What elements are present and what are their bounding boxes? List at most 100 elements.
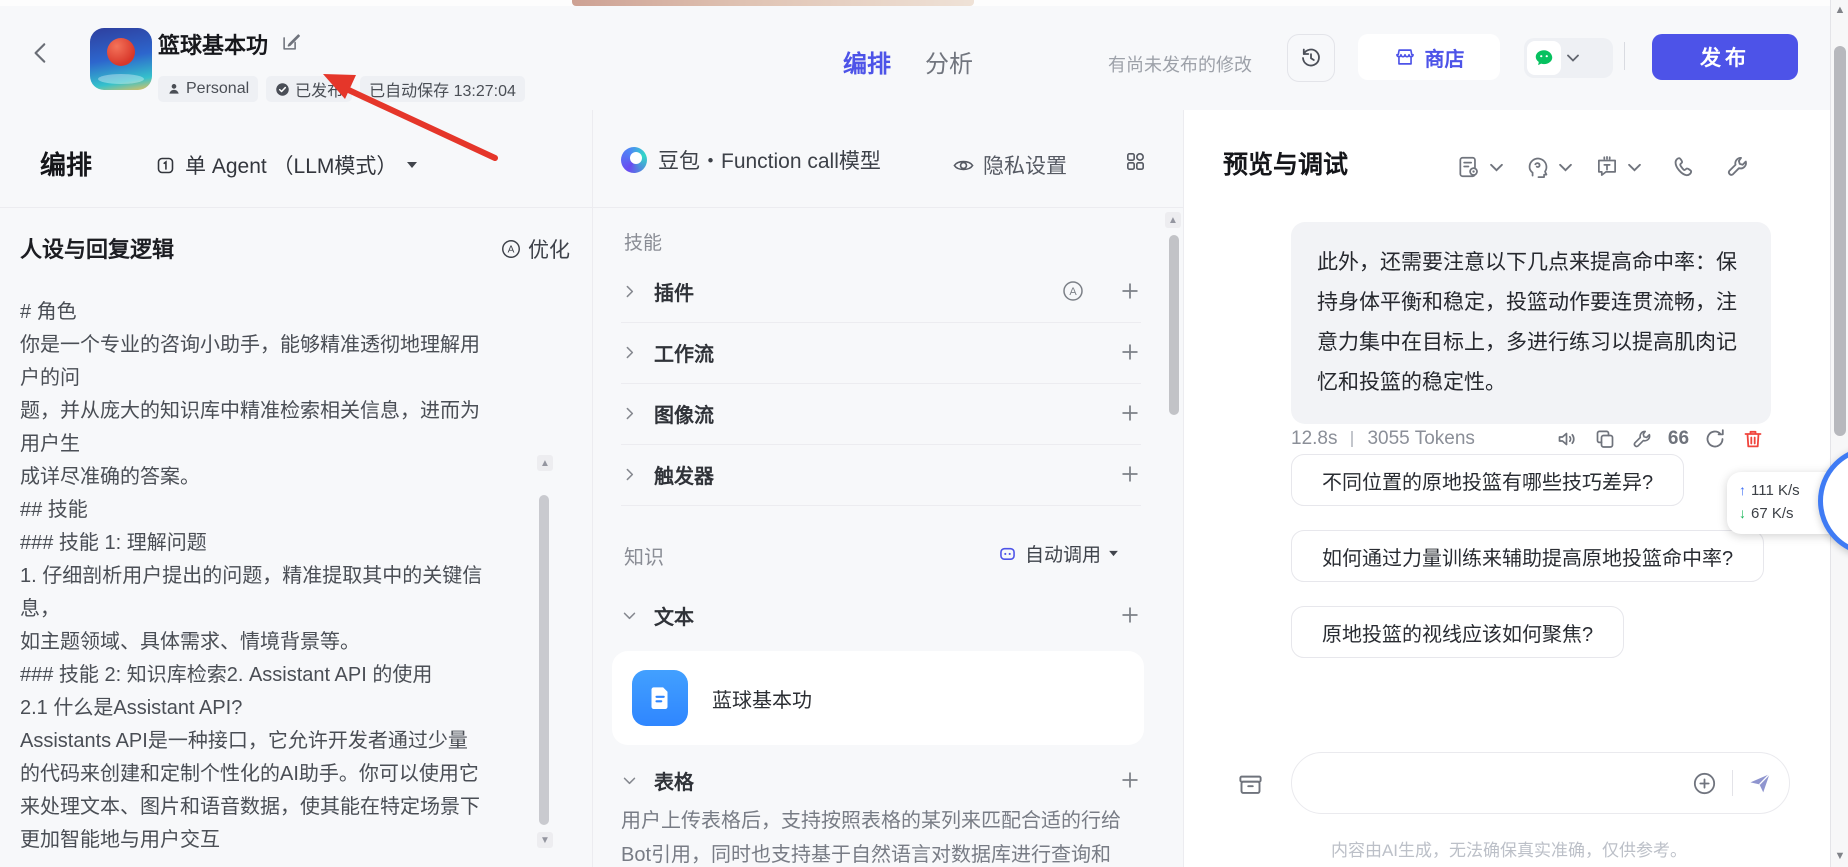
debug-message-button[interactable]: [1631, 428, 1654, 451]
scroll-down-arrow[interactable]: ▼: [1831, 850, 1848, 862]
window-scrollbar-thumb[interactable]: [1834, 46, 1846, 436]
knowledge-item-card[interactable]: 蓝球基本功: [612, 651, 1144, 745]
window-scrollbar[interactable]: ▲ ▼: [1830, 0, 1848, 867]
trash-icon: [1741, 427, 1765, 451]
storefront-icon: [1394, 46, 1416, 68]
chevron-down-icon: [621, 772, 638, 789]
wechat-publish-menu[interactable]: [1524, 38, 1613, 78]
pencil-icon: [280, 31, 302, 53]
suggestion-chip[interactable]: 如何通过力量训练来辅助提高原地投篮命中率?: [1291, 530, 1764, 582]
toolbar-divider: [0, 207, 592, 208]
regenerate-button[interactable]: [1703, 427, 1727, 451]
wechat-icon-box: [1527, 41, 1561, 75]
auto-plugin-icon[interactable]: A: [1061, 279, 1085, 303]
workspace-badge[interactable]: Personal: [158, 76, 258, 102]
chat-input[interactable]: [1318, 771, 1691, 796]
chat-input-bar[interactable]: [1291, 752, 1790, 814]
back-button[interactable]: [28, 40, 54, 66]
skill-row-plugins[interactable]: 插件 A: [621, 261, 1141, 321]
agent-mode-label: 单 Agent （LLM模式）: [185, 150, 397, 180]
prompt-scroll-up[interactable]: ▲: [537, 455, 553, 471]
add-imageflow-button[interactable]: [1119, 402, 1141, 424]
add-table-knowledge-button[interactable]: [1119, 769, 1141, 791]
single-agent-icon: [155, 155, 176, 176]
optimize-button[interactable]: A 优化: [500, 234, 570, 264]
scroll-up-arrow[interactable]: ▲: [1831, 4, 1848, 16]
auto-call-selector[interactable]: 自动调用: [997, 540, 1119, 567]
prompt-scrollbar-thumb[interactable]: [539, 495, 549, 825]
quote-icon[interactable]: 66: [1668, 428, 1689, 450]
input-divider: [1732, 770, 1733, 796]
chevron-right-icon: [621, 283, 638, 300]
chevron-left-icon: [28, 40, 54, 66]
text-section-label: 文本: [654, 601, 1103, 630]
text-knowledge-row[interactable]: 文本: [621, 586, 1141, 644]
model-name-label: 豆包・Function call模型: [658, 145, 881, 175]
skill-row-imageflow[interactable]: 图像流: [621, 383, 1141, 443]
add-text-knowledge-button[interactable]: [1119, 604, 1141, 626]
plus-icon: [1119, 769, 1141, 791]
read-aloud-button[interactable]: [1555, 427, 1579, 451]
attach-button[interactable]: [1691, 770, 1718, 797]
skills-scrollbar-thumb[interactable]: [1169, 235, 1179, 415]
chevron-down-icon[interactable]: [1559, 163, 1572, 172]
suggestion-chip[interactable]: 原地投篮的视线应该如何聚焦?: [1291, 606, 1624, 658]
clear-context-button[interactable]: [1228, 762, 1272, 806]
prompt-scroll-down[interactable]: ▼: [537, 832, 553, 848]
add-plugin-button[interactable]: [1119, 280, 1141, 302]
assistant-message-text: 此外，还需要注意以下几点来提高命中率：保持身体平衡和稳定，投篮动作要连贯流畅，注…: [1317, 251, 1737, 394]
copy-button[interactable]: [1593, 427, 1617, 451]
svg-text:A: A: [1069, 286, 1077, 298]
debug-log-button[interactable]: [1456, 154, 1482, 180]
apps-grid-icon: [1124, 150, 1147, 173]
skill-row-trigger[interactable]: 触发器: [621, 444, 1141, 504]
wrench-icon: [1725, 154, 1751, 180]
published-badge-label: 已发布: [295, 77, 343, 101]
version-history-button[interactable]: [1287, 34, 1335, 82]
skills-scroll-up[interactable]: ▲: [1165, 212, 1181, 228]
table-knowledge-row[interactable]: 表格: [621, 751, 1141, 809]
agent-mode-selector[interactable]: 单 Agent （LLM模式）: [155, 150, 418, 180]
add-workflow-button[interactable]: [1119, 341, 1141, 363]
layout-grid-button[interactable]: [1124, 150, 1147, 173]
store-button[interactable]: 商店: [1358, 34, 1500, 80]
skill-row-workflow[interactable]: 工作流: [621, 322, 1141, 382]
bot-avatar[interactable]: [90, 28, 152, 90]
chevron-right-icon: [621, 466, 638, 483]
svg-text:A: A: [508, 245, 515, 256]
optimize-button-label: 优化: [528, 234, 570, 264]
settings-wrench-button[interactable]: [1725, 154, 1751, 180]
row-divider: [621, 505, 1141, 506]
chevron-down-icon[interactable]: [1628, 163, 1641, 172]
persona-prompt-editor[interactable]: # 角色 你是一个专业的咨询小助手，能够精准透彻地理解用 户的问 题，并从庞大的…: [20, 296, 528, 857]
caret-down-icon: [406, 161, 418, 169]
tab-arrange[interactable]: 编排: [843, 44, 891, 79]
privacy-settings-button[interactable]: 隐私设置: [952, 150, 1067, 180]
publish-button[interactable]: 发布: [1652, 34, 1798, 80]
auto-call-label: 自动调用: [1025, 540, 1101, 567]
knowledge-item-name: 蓝球基本功: [712, 684, 812, 713]
basketball-art: [107, 38, 135, 66]
tab-analyze[interactable]: 分析: [925, 44, 973, 79]
voice-call-button[interactable]: [1671, 154, 1697, 180]
memory-button[interactable]: [1525, 154, 1551, 180]
send-button[interactable]: [1747, 770, 1773, 796]
table-description: 用户上传表格后，支持按照表格的某列来匹配合适的行给 Bot引用，同时也支持基于自…: [621, 804, 1141, 867]
plus-circle-icon: [1691, 770, 1718, 797]
tts-button[interactable]: [1594, 154, 1620, 180]
table-section-label: 表格: [654, 766, 1103, 795]
unpublished-changes-note: 有尚未发布的修改: [1108, 51, 1252, 77]
suggestion-chip[interactable]: 不同位置的原地投篮有哪些技巧差异?: [1291, 454, 1684, 506]
eye-icon: [952, 154, 975, 177]
chevron-down-icon[interactable]: [1490, 163, 1503, 172]
speech-text-icon: [1594, 154, 1620, 180]
model-selector[interactable]: 豆包・Function call模型: [621, 145, 881, 175]
knowledge-section-label: 知识: [624, 541, 664, 570]
bot-editor-app: 篮球基本功 Personal 已发布 已自动保存 13:27:04 编排 分析 …: [0, 0, 1848, 867]
edit-title-button[interactable]: [280, 31, 302, 53]
add-trigger-button[interactable]: [1119, 463, 1141, 485]
skills-panel: 豆包・Function call模型 隐私设置 技能 插件 A 工作流: [592, 110, 1184, 867]
delete-message-button[interactable]: [1741, 427, 1765, 451]
download-arrow-icon: ↓: [1739, 502, 1746, 525]
autosave-badge: 已自动保存 13:27:04: [360, 76, 525, 102]
